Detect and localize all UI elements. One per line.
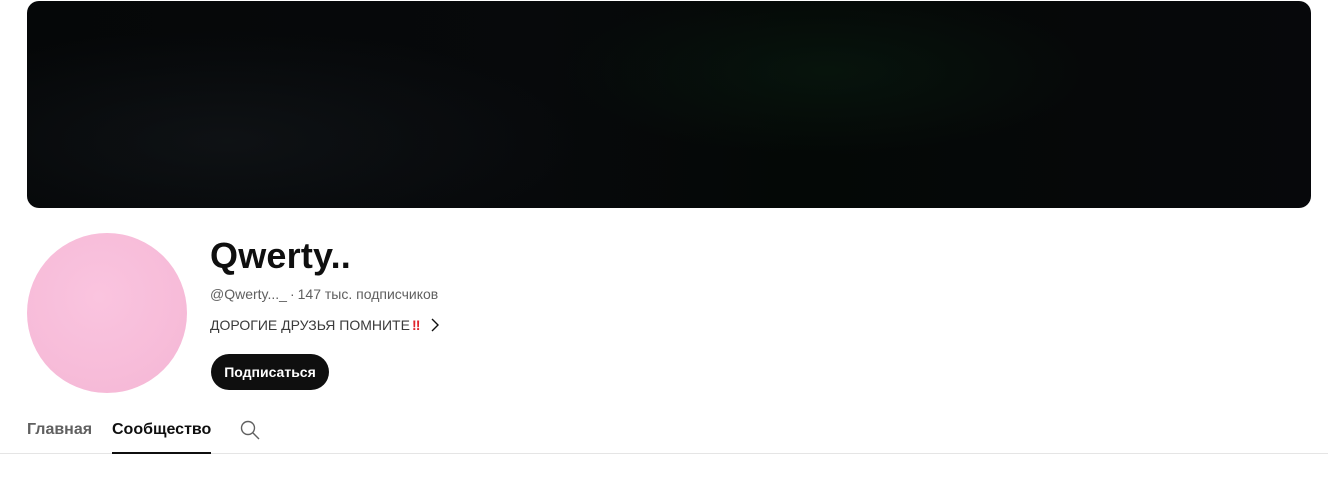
channel-meta: @Qwerty..._ · 147 тыс. подписчиков [210,285,438,303]
channel-handle: @Qwerty..._ [210,286,287,302]
search-icon[interactable] [238,418,262,442]
channel-description[interactable]: ДОРОГИЕ ДРУЗЬЯ ПОМНИТЕ ‼ [210,316,440,334]
tab-community[interactable]: Сообщество [112,412,212,454]
tab-home[interactable]: Главная [27,412,92,454]
channel-avatar[interactable] [27,233,187,393]
channel-tabs: Главная Сообщество [0,412,1328,454]
subscriber-count: 147 тыс. подписчиков [297,286,439,302]
channel-banner [27,1,1311,208]
chevron-right-icon[interactable] [430,318,440,332]
meta-separator: · [289,286,295,302]
subscribe-button[interactable]: Подписаться [211,354,329,390]
description-text: ДОРОГИЕ ДРУЗЬЯ ПОМНИТЕ [210,317,410,333]
channel-name: Qwerty.. [210,235,351,276]
channel-page: Qwerty.. @Qwerty..._ · 147 тыс. подписчико… [0,0,1328,485]
double-exclamation-emoji: ‼ [411,317,421,333]
